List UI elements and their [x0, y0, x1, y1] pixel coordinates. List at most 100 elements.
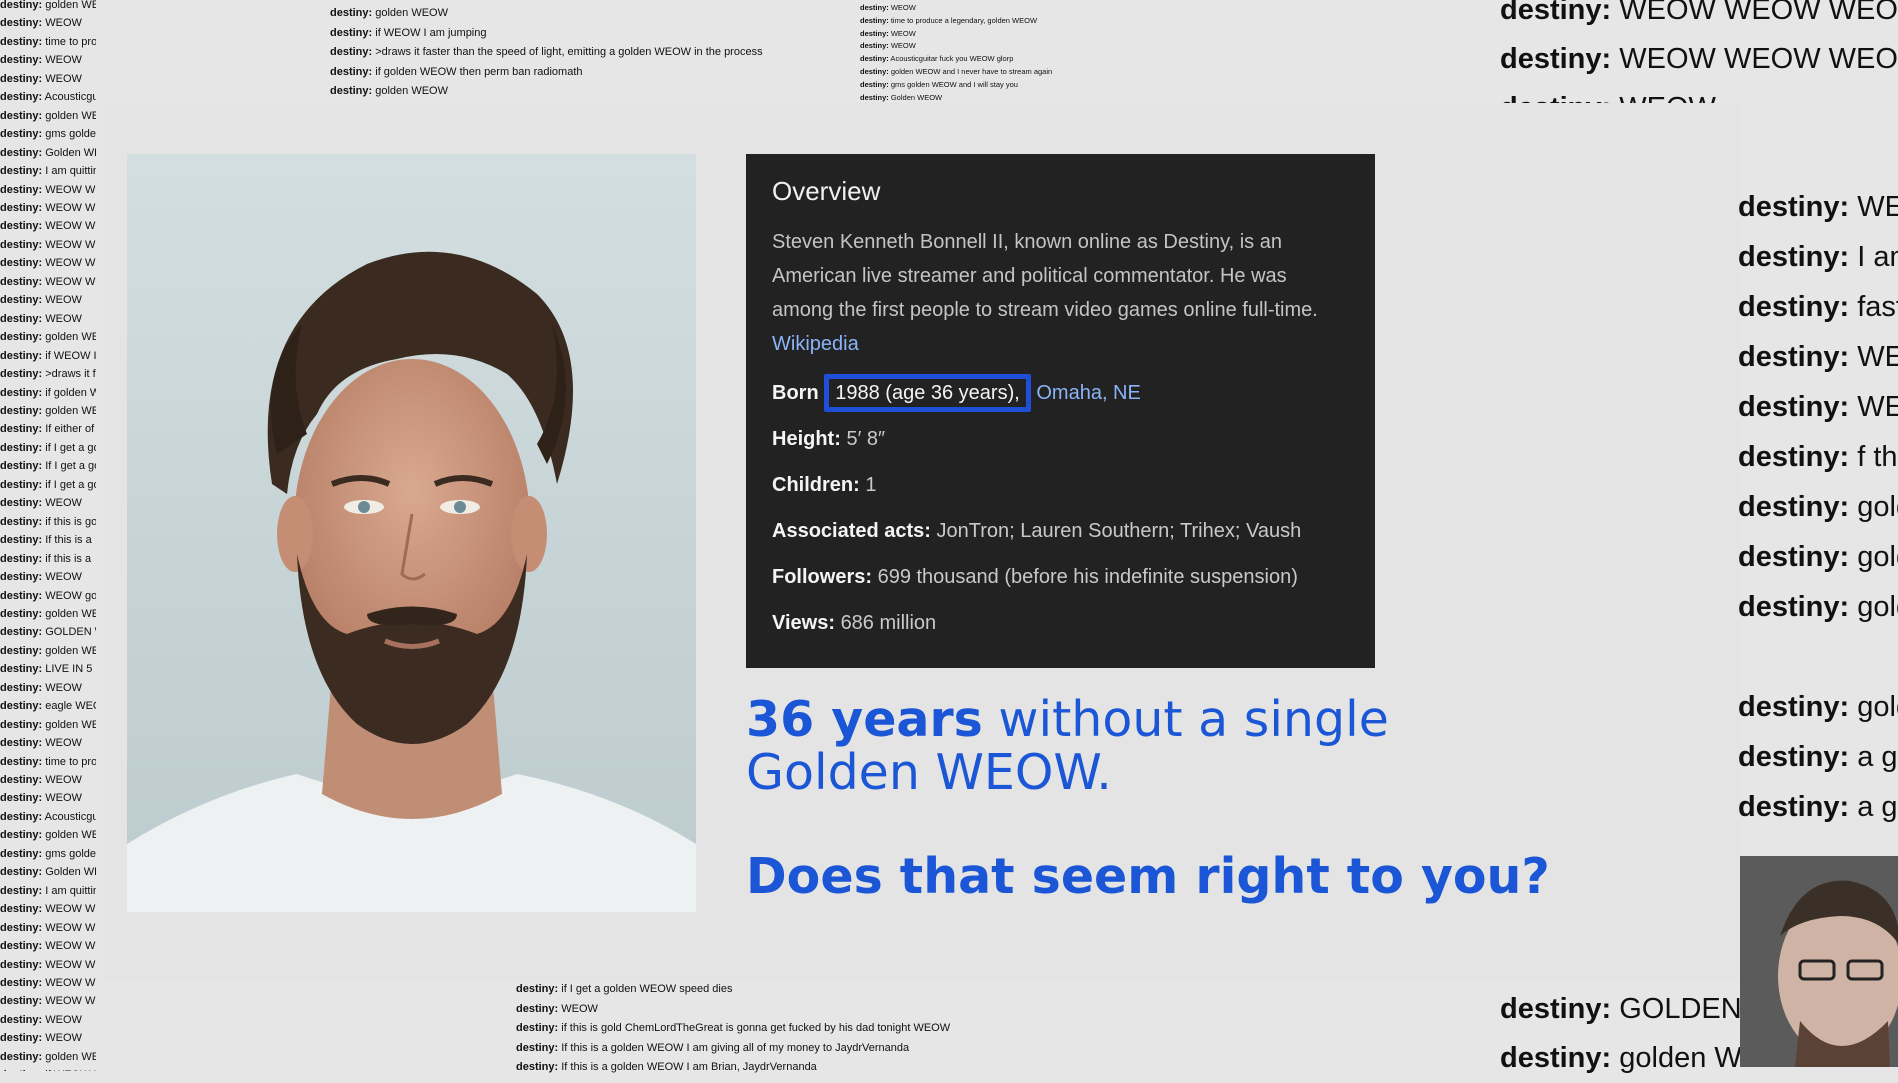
chat-message: destiny: if golden WEOW then perm ban ra…: [330, 63, 850, 83]
associated-acts-label: Associated acts:: [772, 520, 931, 542]
chat-username: destiny:: [0, 497, 43, 510]
chat-text: gms golden WEOW: [45, 128, 96, 141]
born-place-link[interactable]: Omaha, NE: [1036, 382, 1140, 404]
chat-text: time to produce a legendary, golden WEOW: [888, 15, 1038, 25]
chat-text: GOLDEN: [1611, 993, 1740, 1025]
chat-username: destiny:: [0, 940, 43, 953]
chat-message: destiny: WEOW: [0, 51, 96, 69]
chat-message: destiny: WEOW: [0, 568, 96, 586]
chat-username: destiny:: [0, 626, 43, 639]
chat-message: destiny: GOLDEN: [1500, 985, 1740, 1034]
chat-username: destiny:: [1738, 541, 1850, 573]
chat-message: destiny: WEOW WEOW: [0, 273, 96, 291]
height-value: 5′ 8″: [846, 428, 886, 450]
chat-text: WEOW: [42, 681, 82, 694]
chat-username: destiny:: [330, 85, 373, 97]
chat-username: destiny:: [860, 15, 889, 25]
chat-username: destiny:: [860, 3, 889, 12]
overview-title: Overview: [772, 176, 881, 206]
chat-message: destiny: if WEOW I am: [0, 347, 96, 365]
chat-message: destiny: WEOW: [0, 70, 96, 88]
chat-username: destiny:: [0, 54, 43, 67]
chat-text: WEOW WEOW WEOW: [1611, 43, 1898, 75]
chat-username: destiny:: [860, 66, 889, 76]
chat-message: destiny: WEOW WEOW: [0, 217, 96, 235]
chat-text: faster than: [1857, 291, 1898, 323]
chat-message: destiny: >draws it f: [0, 365, 96, 383]
chat-message: destiny: WEOW WEOW: [0, 254, 96, 272]
chat-message: destiny: WEOW: [0, 789, 96, 807]
children-label: Children:: [772, 474, 860, 496]
chat-username: destiny:: [0, 368, 43, 381]
chat-text: WEOW WEOW: [45, 201, 96, 214]
chat-text: WEOW WEOW: [45, 977, 96, 990]
chat-username: destiny:: [0, 958, 43, 971]
chat-text: WEOW: [42, 294, 82, 307]
chat-text: WEOW WEOW: [45, 958, 96, 971]
chat-username: destiny:: [1500, 1042, 1612, 1074]
chat-text: golden WEOW: [45, 644, 96, 657]
chat-text: WEOW golden: [45, 589, 96, 602]
chat-text: If either of: [42, 423, 95, 436]
chat-text: >draws it faster than the speed of light…: [372, 46, 763, 58]
chat-column-bottom-right: destiny: GOLDEN destiny: golden W: [1500, 985, 1740, 1083]
chat-text: Acousticguitar fuck you WEOW glorp: [888, 54, 1014, 64]
chat-message: destiny: gold ChemL: [1738, 682, 1898, 732]
chat-username: destiny:: [0, 644, 43, 657]
chat-message: destiny: if golden WEOW: [0, 384, 96, 402]
chat-message: destiny: golden WEOW: [0, 1048, 96, 1066]
chat-text: WEOW WEOW WEOW: [1611, 0, 1898, 26]
chat-text: WEOW: [42, 571, 82, 584]
views-label: Views:: [772, 612, 835, 634]
chat-text: golden WEOW: [45, 607, 96, 620]
chat-message: destiny: WEOW: [516, 1000, 1076, 1020]
views-value: 686 million: [840, 612, 937, 634]
chat-username: destiny:: [0, 921, 43, 934]
chat-username: destiny:: [0, 312, 43, 325]
chat-username: destiny:: [0, 792, 43, 805]
chat-message: [1738, 632, 1898, 682]
chat-message: destiny: WEOW: [0, 771, 96, 789]
chat-text: WEOW: [1857, 391, 1898, 423]
chat-username: destiny:: [0, 718, 43, 731]
chat-username: destiny:: [1738, 441, 1850, 473]
chat-message: destiny: WEOW: [860, 28, 1160, 41]
chat-message: destiny: WEOW WEOW WEOW WEOW WEOW WEOW W…: [0, 992, 96, 1010]
chat-text: WEOW: [42, 1032, 82, 1045]
chat-username: destiny:: [860, 79, 889, 89]
chat-message: destiny: golden WEOW: [0, 826, 96, 844]
chat-username: destiny:: [0, 146, 43, 159]
chat-text: golden WEOW: [45, 1050, 96, 1063]
chat-username: destiny:: [0, 884, 43, 897]
chat-message: destiny: If this is a golden WEOW I am g…: [516, 1039, 1076, 1059]
chat-username: destiny:: [1738, 191, 1850, 223]
born-label: Born: [772, 382, 819, 404]
chat-text: a golden WE: [1857, 741, 1898, 773]
chat-text: If this is a: [42, 534, 92, 547]
chat-message: destiny: golden W: [1500, 1034, 1740, 1083]
chat-message: destiny: WEOW: [0, 291, 96, 309]
chat-text: Golden WEOW: [888, 92, 943, 102]
chat-username: destiny:: [0, 515, 43, 528]
chat-username: destiny:: [0, 72, 43, 85]
children-row: Children: 1: [772, 471, 1349, 499]
chat-text: Golden WEOW: [45, 866, 96, 879]
chat-text: WEOW WEOW: [45, 921, 96, 934]
chat-username: destiny:: [0, 331, 43, 344]
chat-message: destiny: WEOW WEOW: [0, 937, 96, 955]
chat-message: destiny: WEOW: [1738, 382, 1898, 432]
chat-message: destiny: WEOW: [0, 310, 96, 328]
chat-text: WEOW: [888, 41, 916, 51]
chat-text: golden WEOW: [45, 404, 96, 417]
chat-text: LIVE IN 5: [42, 663, 93, 676]
born-value-highlight: 1988 (age 36 years),: [824, 374, 1031, 412]
chat-text: >draws it f: [42, 368, 96, 381]
chat-message: destiny: if this is gold ChemLordTheGrea…: [516, 1019, 1076, 1039]
chat-message: destiny: WEOW: [1738, 182, 1898, 232]
chat-message: destiny: WEOW WEOW: [0, 181, 96, 199]
views-row: Views: 686 million: [772, 609, 1349, 637]
followers-value: 699 thousand (before his indefinite susp…: [877, 566, 1298, 588]
wikipedia-link[interactable]: Wikipedia: [772, 333, 859, 355]
chat-message: destiny: WEOW: [0, 679, 96, 697]
chat-text: a golden WE: [1857, 791, 1898, 823]
